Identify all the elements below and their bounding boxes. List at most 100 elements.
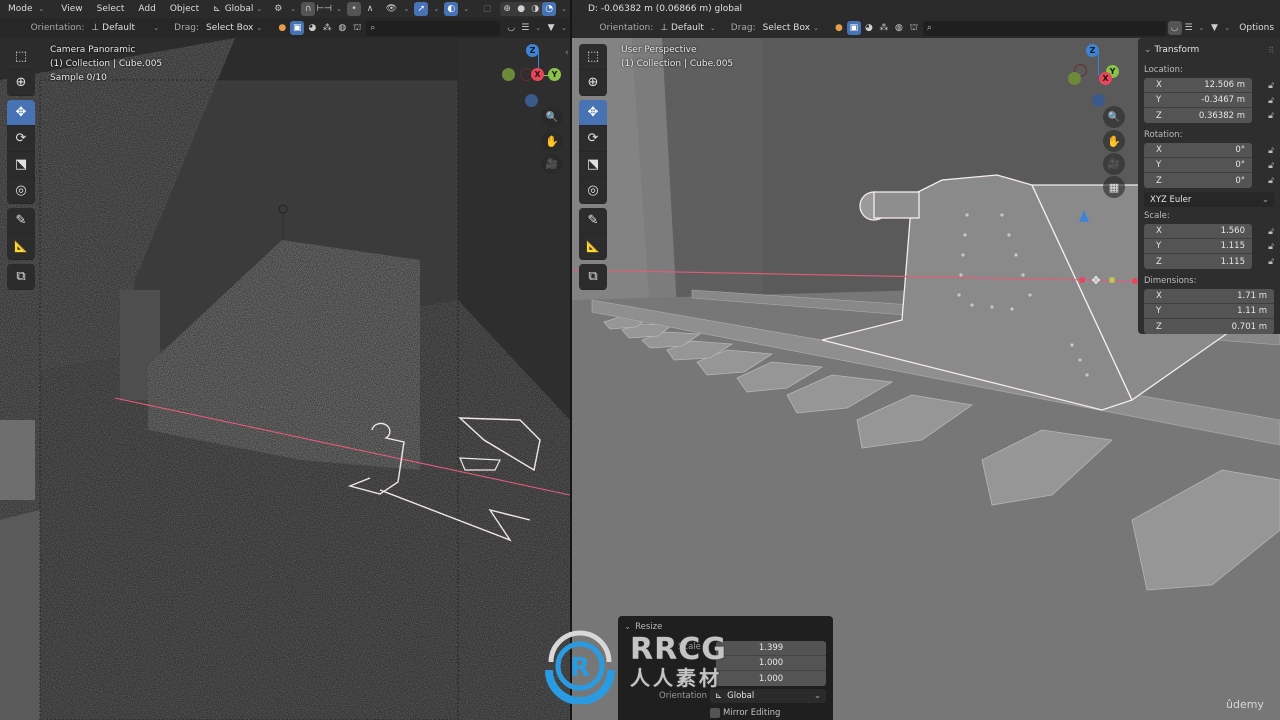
mode-menu[interactable]: Mode ⌄	[2, 1, 53, 17]
move-tool[interactable]: ✥	[7, 100, 35, 126]
gizmo-neg-y-axis[interactable]	[1068, 72, 1081, 85]
resize-scale-y-field[interactable]: 1.000	[716, 656, 826, 671]
resize-scale-z-field[interactable]: 1.000	[716, 671, 826, 686]
zoom-view-button[interactable]: 🔍	[541, 106, 563, 128]
dimensions-z-field[interactable]: Z 0.701 m	[1144, 319, 1274, 334]
lock-icon[interactable]: 🔓︎	[1252, 111, 1274, 121]
transform-tool[interactable]: ◎	[7, 178, 35, 204]
gizmo-y-axis[interactable]: Y	[548, 68, 561, 81]
move-tool[interactable]: ✥	[579, 100, 607, 126]
rotation-mode-dropdown[interactable]: XYZ Euler ⌄	[1144, 192, 1274, 207]
overlays-toggle-icon[interactable]: ◐	[444, 2, 459, 16]
lock-icon[interactable]: 🔓︎	[1252, 242, 1274, 252]
view-menu[interactable]: View	[55, 1, 88, 17]
brush-icon[interactable]: ⛫	[907, 21, 921, 35]
gizmo-x-axis[interactable]: X	[1099, 72, 1112, 85]
color-wheel-icon[interactable]: ●	[832, 21, 846, 35]
scale-y-field[interactable]: Y 1.115	[1144, 239, 1252, 254]
lock-icon[interactable]: 🔓︎	[1252, 227, 1274, 237]
brush-icon[interactable]: ⛫	[350, 21, 364, 35]
annotate-tool[interactable]: ✎	[579, 208, 607, 234]
cursor-tool[interactable]: ⊕	[7, 70, 35, 96]
camera-view-button[interactable]: 🎥	[541, 153, 563, 175]
gizmo-z-axis[interactable]: Z	[1086, 44, 1099, 57]
orientation-dropdown[interactable]: ⊥ Default ⌄	[656, 21, 723, 36]
lock-icon[interactable]: 🔓︎	[1252, 96, 1274, 106]
select-menu[interactable]: Select	[91, 1, 131, 17]
measure-tool[interactable]: 📐	[7, 234, 35, 260]
gizmo-neg-y-axis[interactable]	[502, 68, 515, 81]
search-input[interactable]: ⌕	[366, 20, 501, 36]
sidebar-toggle-icon[interactable]: ‹	[565, 48, 569, 58]
orientation-dropdown[interactable]: ⊥ Default ⌄	[87, 21, 166, 36]
ortho-toggle-button[interactable]: ▦	[1103, 176, 1125, 198]
sphere-icon[interactable]: ◕	[862, 21, 876, 35]
pan-view-button[interactable]: ✋	[541, 130, 563, 152]
filter-toggle-icon[interactable]: ◡	[1167, 21, 1182, 35]
pan-view-button[interactable]: ✋	[1103, 130, 1125, 152]
drag-dropdown[interactable]: Select Box ⌄	[202, 21, 269, 36]
add-menu[interactable]: Add	[132, 1, 161, 17]
object-mode-icon[interactable]: ▣	[290, 21, 305, 35]
rotation-y-field[interactable]: Y 0°	[1144, 158, 1252, 173]
dimensions-y-field[interactable]: Y 1.11 m	[1144, 304, 1274, 319]
falloff-icon[interactable]: ∧	[363, 2, 377, 16]
rotate-tool[interactable]: ⟳	[7, 126, 35, 152]
lock-icon[interactable]: 🔓︎	[1252, 257, 1274, 267]
location-z-field[interactable]: Z 0.36382 m	[1144, 108, 1252, 123]
location-x-field[interactable]: X 12.506 m	[1144, 78, 1252, 93]
scale-z-field[interactable]: Z 1.115	[1144, 254, 1252, 269]
lock-icon[interactable]: 🔓︎	[1252, 176, 1274, 186]
select-box-tool[interactable]: ⬚	[7, 44, 35, 70]
left-3d-viewport[interactable]: Mode ⌄ View Select Add Object ⊾ Global ⌄…	[0, 0, 570, 720]
options-button[interactable]: Options	[1233, 20, 1280, 36]
filter-toggle-icon[interactable]: ◡	[504, 21, 518, 35]
pivot-point-icon[interactable]: ⚙	[271, 2, 285, 16]
select-box-tool[interactable]: ⬚	[579, 44, 607, 70]
gizmo-toggle-icon[interactable]: ➚	[414, 2, 429, 16]
gizmo-neg-z-axis[interactable]	[1092, 94, 1105, 107]
visibility-icon[interactable]: 👁	[385, 2, 399, 16]
snap-increment-icon[interactable]: ⊢⊣	[316, 2, 332, 16]
rotation-x-field[interactable]: X 0°	[1144, 143, 1252, 158]
gizmo-x-axis[interactable]: X	[531, 68, 544, 81]
drag-handle-icon[interactable]: ⠿	[1268, 46, 1274, 55]
xray-toggle-icon[interactable]: ▢	[480, 2, 494, 16]
drag-dropdown[interactable]: Select Box ⌄	[759, 21, 826, 36]
transform-tool[interactable]: ◎	[579, 178, 607, 204]
object-menu[interactable]: Object	[164, 1, 205, 17]
scale-x-field[interactable]: X 1.560	[1144, 224, 1252, 239]
camera-view-button[interactable]: 🎥	[1103, 153, 1125, 175]
add-cube-tool[interactable]: ⧉	[7, 264, 35, 290]
resize-orientation-dropdown[interactable]: ⊾ Global ⌄	[710, 689, 826, 703]
sphere-icon[interactable]: ◕	[305, 21, 319, 35]
lock-icon[interactable]: 🔓︎	[1252, 146, 1274, 156]
particles-icon[interactable]: ⁂	[320, 21, 334, 35]
transform-orientation-dropdown[interactable]: ⊾ Global ⌄	[209, 2, 269, 17]
mirror-editing-checkbox[interactable]	[710, 708, 720, 718]
lock-icon[interactable]: 🔓︎	[1252, 161, 1274, 171]
rendered-shading-icon[interactable]: ◔	[542, 2, 557, 16]
color-wheel-icon[interactable]: ●	[275, 21, 289, 35]
measure-tool[interactable]: 📐	[579, 234, 607, 260]
list-view-icon[interactable]: ☰	[1182, 21, 1196, 35]
lock-icon[interactable]: 🔓︎	[1252, 81, 1274, 91]
search-input[interactable]: ⌕	[922, 20, 1070, 36]
world-icon[interactable]: ◍	[335, 21, 349, 35]
cursor-tool[interactable]: ⊕	[579, 70, 607, 96]
solid-shading-icon[interactable]: ●	[514, 2, 528, 16]
resize-scale-x-field[interactable]: 1.399	[716, 641, 826, 656]
filter-funnel-icon[interactable]: ▼	[1207, 21, 1221, 35]
add-cube-tool[interactable]: ⧉	[579, 264, 607, 290]
dimensions-x-field[interactable]: X 1.71 m	[1144, 289, 1274, 304]
snap-toggle-icon[interactable]: ∩	[301, 2, 316, 16]
scale-tool[interactable]: ⬔	[7, 152, 35, 178]
proportional-edit-icon[interactable]: •	[347, 2, 362, 16]
filter-funnel-icon[interactable]: ▼	[544, 21, 558, 35]
gizmo-neg-z-axis[interactable]	[525, 94, 538, 107]
world-icon[interactable]: ◍	[892, 21, 906, 35]
particles-icon[interactable]: ⁂	[877, 21, 891, 35]
material-shading-icon[interactable]: ◑	[528, 2, 542, 16]
wireframe-shading-icon[interactable]: ⊕	[500, 2, 514, 16]
location-y-field[interactable]: Y -0.3467 m	[1144, 93, 1252, 108]
